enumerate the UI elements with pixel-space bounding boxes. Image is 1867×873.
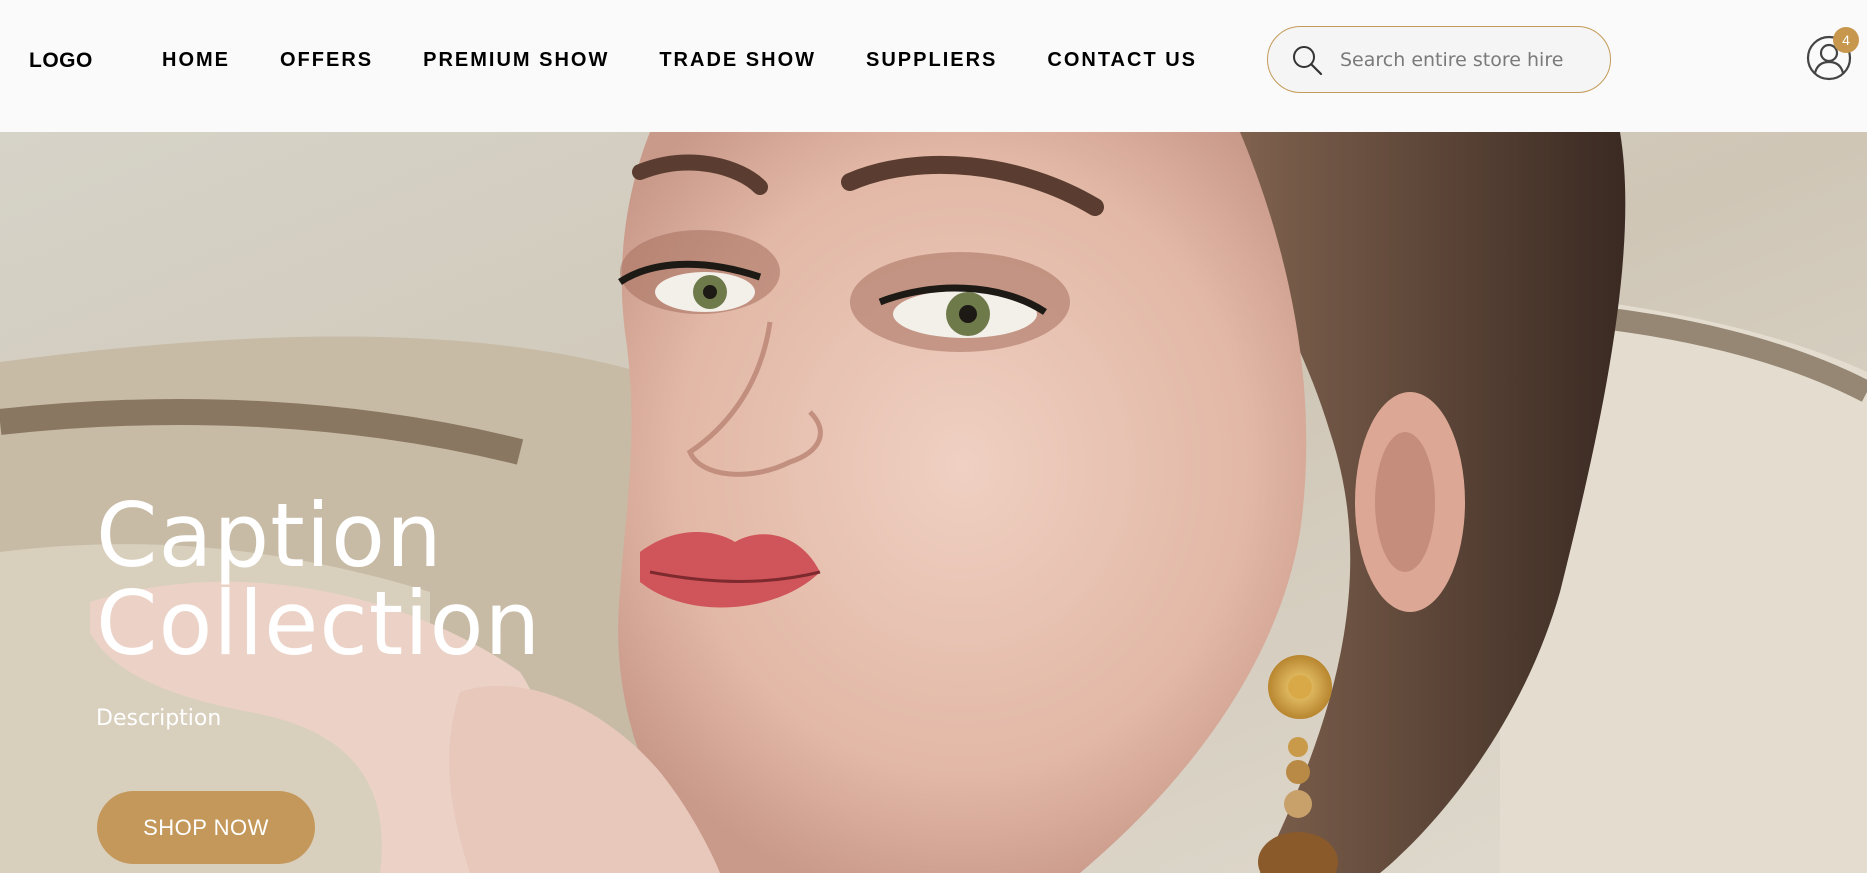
hero-title-line2: Collection	[96, 572, 542, 675]
search-bar	[1267, 26, 1611, 93]
main-nav: HOME OFFERS PREMIUM SHOW TRADE SHOW SUPP…	[162, 48, 1197, 72]
nav-home[interactable]: HOME	[162, 49, 230, 72]
nav-contact-us[interactable]: CONTACT US	[1047, 49, 1197, 72]
nav-premium-show[interactable]: PREMIUM SHOW	[423, 49, 609, 72]
hero-banner: Caption Collection Description SHOP NOW	[0, 132, 1867, 873]
nav-offers[interactable]: OFFERS	[280, 49, 373, 72]
site-header: LOGO HOME OFFERS PREMIUM SHOW TRADE SHOW…	[0, 0, 1867, 132]
logo[interactable]: LOGO	[29, 49, 93, 73]
hero-title: Caption Collection	[96, 492, 541, 668]
hero-description: Description	[96, 706, 222, 731]
account-badge: 4	[1833, 27, 1859, 53]
hero-title-line1: Caption	[96, 484, 443, 587]
nav-suppliers[interactable]: SUPPLIERS	[866, 49, 997, 72]
search-icon[interactable]	[1290, 43, 1324, 77]
search-input[interactable]	[1340, 48, 1590, 71]
nav-trade-show[interactable]: TRADE SHOW	[659, 49, 816, 72]
shop-now-button[interactable]: SHOP NOW	[97, 791, 315, 864]
